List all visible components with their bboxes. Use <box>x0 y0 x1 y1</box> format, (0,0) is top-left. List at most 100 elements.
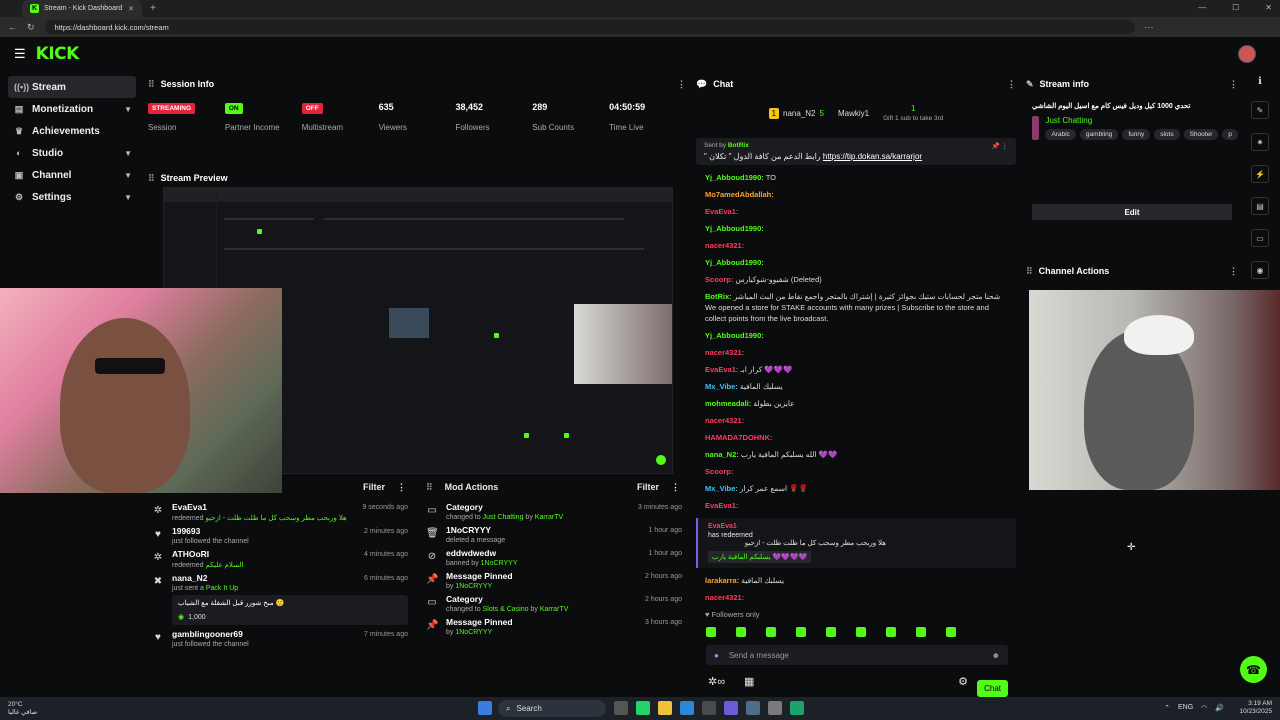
reload-icon[interactable]: ↻ <box>27 22 35 33</box>
chat-username[interactable]: Scoorp: <box>705 467 733 476</box>
filter-button[interactable]: Filter <box>637 482 659 492</box>
chat-username[interactable]: Scoorp: <box>705 275 733 284</box>
chat-username[interactable]: EvaEva1: <box>705 365 738 374</box>
extensions-icon[interactable]: ⋯ <box>1145 22 1154 33</box>
broadcast-icon[interactable]: ◉ <box>1251 261 1269 279</box>
app-icon[interactable] <box>746 701 760 715</box>
tag[interactable]: gambling <box>1079 129 1119 140</box>
mod-user[interactable]: KarrarTV <box>540 606 568 613</box>
chat-input[interactable]: ● Send a message ☻ <box>706 645 1008 665</box>
more-options-icon[interactable]: ⋮ <box>1007 79 1016 90</box>
redeem-user[interactable]: EvaEva1 <box>708 523 1006 530</box>
info-icon[interactable]: ℹ <box>1258 76 1262 87</box>
tag[interactable]: p <box>1222 129 1238 140</box>
chat-username[interactable]: BotRix: <box>705 292 732 301</box>
settings-icon[interactable] <box>768 701 782 715</box>
chat-username[interactable]: mohmeadali: <box>705 399 751 408</box>
chat-username[interactable]: nana_N2: <box>705 450 739 459</box>
edge-icon[interactable] <box>680 701 694 715</box>
new-tab-icon[interactable]: + <box>150 3 156 14</box>
emote-icon[interactable] <box>856 627 866 637</box>
chat-username[interactable]: Yj_Abboud1990: <box>705 331 764 340</box>
lang-indicator[interactable]: ENG <box>1178 704 1193 712</box>
filter-button[interactable]: Filter <box>363 482 385 492</box>
pin-icon[interactable]: 📌 ⋮ <box>992 142 1008 150</box>
edit-stream-info-button[interactable]: Edit <box>1032 204 1232 220</box>
tag[interactable]: Arabic <box>1045 129 1076 140</box>
chevron-up-icon[interactable]: ⌃ <box>1164 704 1170 712</box>
pinned-link[interactable]: https://tip.dokan.sa/karrarjor <box>823 152 922 161</box>
emote-icon[interactable] <box>766 627 776 637</box>
chat-settings-icon[interactable]: ✲∞ <box>708 675 725 688</box>
top-gifter-name[interactable]: Mawkiy1 <box>838 109 869 118</box>
app-icon[interactable] <box>790 701 804 715</box>
sidebar-item-monetization[interactable]: ▤ Monetization ▼ <box>8 98 136 120</box>
mic-icon[interactable]: ● <box>714 651 719 660</box>
start-icon[interactable] <box>478 701 492 715</box>
emote-icon[interactable] <box>886 627 896 637</box>
maximize-icon[interactable]: ☐ <box>1232 3 1239 12</box>
chat-username[interactable]: Yj_Abboud1990: <box>705 173 764 182</box>
gift-prompt[interactable]: Gift 1 sub to take 3rd <box>883 115 943 122</box>
chat-username[interactable]: Mx_Vibe: <box>705 484 738 493</box>
mod-user[interactable]: 1NoCRYYY <box>481 560 518 567</box>
tag[interactable]: funny <box>1122 129 1151 140</box>
calendar-icon[interactable]: ▦ <box>744 675 754 688</box>
chat-username[interactable]: HAMADA7DOHNK: <box>705 433 773 442</box>
more-options-icon[interactable]: ⋮ <box>397 482 406 493</box>
back-icon[interactable]: ← <box>8 22 17 32</box>
chat-bubble-icon[interactable]: ▭ <box>1251 229 1269 247</box>
close-tab-icon[interactable]: ✕ <box>128 5 134 13</box>
emote-icon[interactable] <box>796 627 806 637</box>
app-icon[interactable] <box>724 701 738 715</box>
more-options-icon[interactable]: ⋮ <box>677 79 686 90</box>
chat-username[interactable]: Yj_Abboud1990: <box>705 258 764 267</box>
send-chat-button[interactable]: Chat <box>977 680 1008 697</box>
store-icon[interactable] <box>702 701 716 715</box>
flash-icon[interactable]: ⚡ <box>1251 165 1269 183</box>
menu-icon[interactable]: ☰ <box>14 46 26 62</box>
clock[interactable]: 3:19 AM 10/23/2025 <box>1239 700 1272 716</box>
chat-username[interactable]: Mx_Vibe: <box>705 382 738 391</box>
taskbar-search[interactable]: ⌕ Search <box>498 700 606 717</box>
sidebar-item-studio[interactable]: ◐ Studio ▼ <box>8 142 136 164</box>
grip-icon[interactable]: ⠿ <box>148 79 155 90</box>
emote-icon[interactable] <box>826 627 836 637</box>
volume-icon[interactable]: 🔊 <box>1215 704 1224 712</box>
chat-username[interactable]: nacer4321: <box>705 416 744 425</box>
help-support-button[interactable]: ☎ <box>1240 656 1267 683</box>
whatsapp-icon[interactable] <box>636 701 650 715</box>
emote-icon[interactable] <box>736 627 746 637</box>
minimize-icon[interactable]: — <box>1198 3 1206 12</box>
weather-widget[interactable]: 20°C صافي غالبا <box>8 701 37 717</box>
browser-tab[interactable]: K Stream - Kick Dashboard ✕ <box>22 0 142 17</box>
chat-username[interactable]: nacer4321: <box>705 348 744 357</box>
more-options-icon[interactable]: ⋮ <box>1229 79 1238 90</box>
pinned-user[interactable]: BotRix <box>728 142 749 149</box>
tag[interactable]: slots <box>1154 129 1180 140</box>
grip-icon[interactable]: ⠿ <box>426 482 433 493</box>
sidebar-item-channel[interactable]: ▣ Channel ▼ <box>8 164 136 186</box>
chat-username[interactable]: EvaEva1: <box>705 207 738 216</box>
mod-user[interactable]: 1NoCRYYY <box>455 583 492 590</box>
top-gifter-name[interactable]: nana_N2 <box>783 109 815 118</box>
more-options-icon[interactable]: ⋮ <box>671 482 680 493</box>
tag[interactable]: Shooter <box>1183 129 1219 140</box>
sidebar-item-achievements[interactable]: ♛ Achievements <box>8 120 136 142</box>
emote-icon[interactable] <box>706 627 716 637</box>
more-options-icon[interactable]: ⋮ <box>1229 266 1238 277</box>
chat-username[interactable]: Yj_Abboud1990: <box>705 224 764 233</box>
mod-action-title[interactable]: eddwdwedw <box>446 548 682 558</box>
emote-icon[interactable] <box>916 627 926 637</box>
avatar[interactable] <box>1238 45 1256 63</box>
close-window-icon[interactable]: ✕ <box>1265 3 1272 12</box>
gear-icon[interactable]: ⚙ <box>958 675 968 688</box>
mod-action-title[interactable]: 1NoCRYYY <box>446 525 682 535</box>
raid-icon[interactable]: ✷ <box>1251 133 1269 151</box>
chat-username[interactable]: nacer4321: <box>705 241 744 250</box>
kick-logo[interactable]: KICK <box>36 44 80 64</box>
emote-icon[interactable] <box>946 627 956 637</box>
sidebar-item-stream[interactable]: ((•)) Stream <box>8 76 136 98</box>
chat-username[interactable]: Mo7amedAbdallah: <box>705 190 774 199</box>
grip-icon[interactable]: ⠿ <box>148 173 155 184</box>
